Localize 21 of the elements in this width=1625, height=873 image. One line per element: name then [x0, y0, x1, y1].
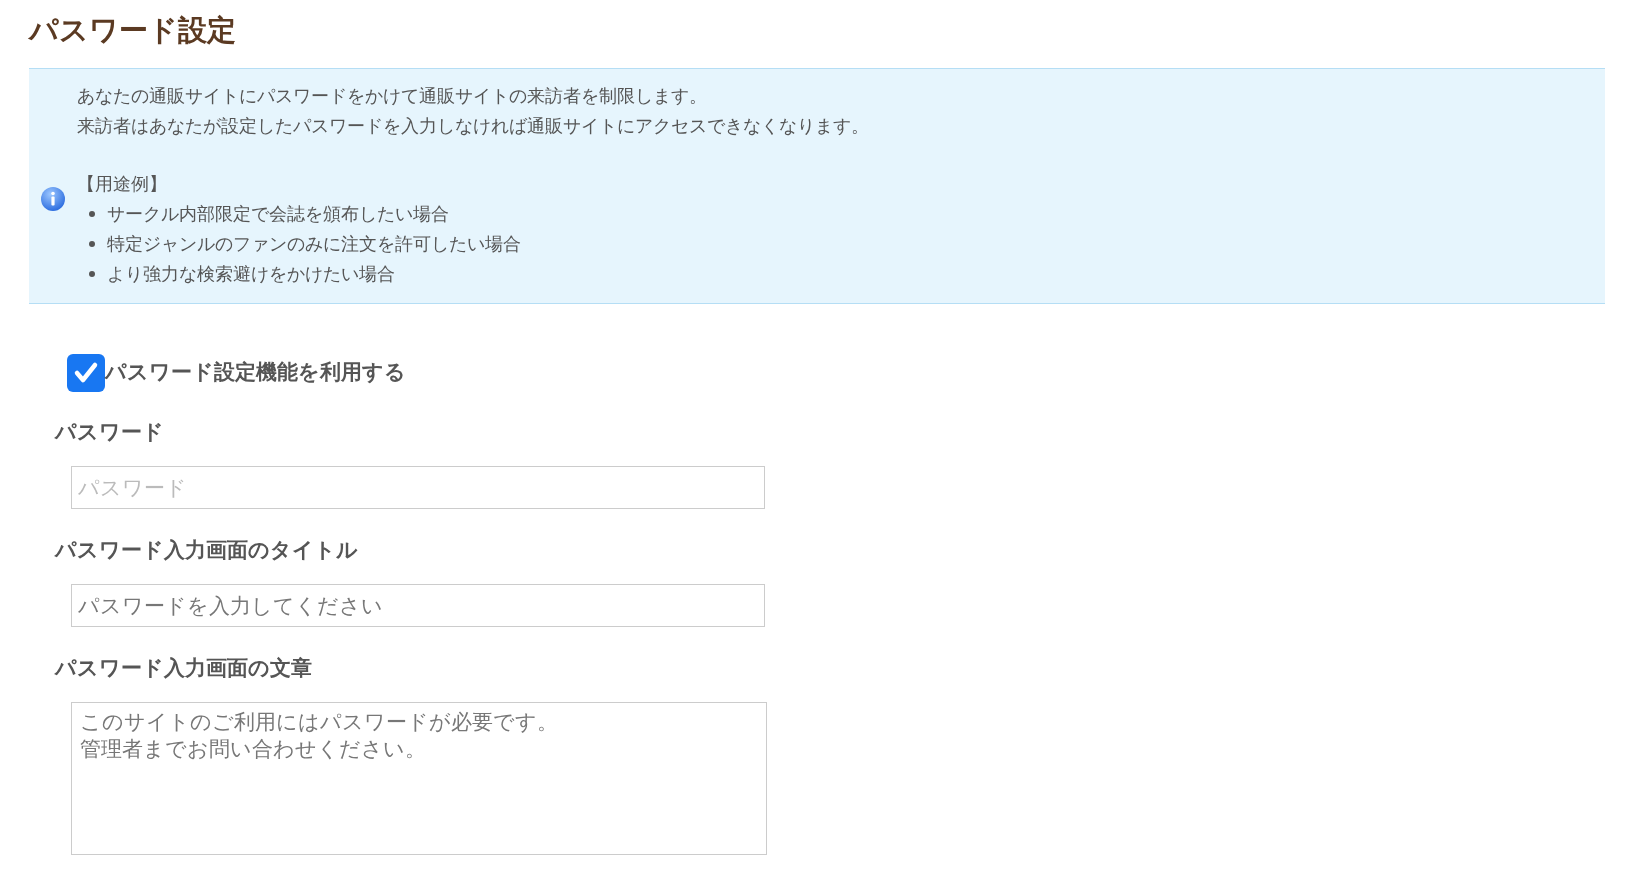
example-item: サークル内部限定で会誌を頒布したい場合: [107, 203, 449, 226]
text-field[interactable]: パスワードを入力してください: [71, 584, 765, 627]
text-area-line: 管理者までお問い合わせください。: [80, 736, 426, 763]
field-label: パスワード: [55, 419, 165, 446]
info-icon: [40, 186, 66, 212]
bullet-icon: [89, 211, 95, 217]
example-item: より強力な検索避けをかけたい場合: [107, 263, 395, 286]
field-label: パスワード入力画面のタイトル: [55, 537, 359, 564]
info-text: あなたの通販サイトにパスワードをかけて通販サイトの来訪者を制限します。: [77, 85, 708, 108]
field-label: パスワード入力画面の文章: [55, 655, 313, 682]
text-area-line: このサイトのご利用にはパスワードが必要です。: [80, 709, 558, 736]
example-item: 特定ジャンルのファンのみに注文を許可したい場合: [107, 233, 521, 256]
text-area[interactable]: このサイトのご利用にはパスワードが必要です。 管理者までお問い合わせください。: [71, 702, 767, 855]
examples-heading: 【用途例】: [77, 173, 168, 196]
text-field[interactable]: パスワード: [71, 466, 765, 509]
info-text: 来訪者はあなたが設定したパスワードを入力しなければ通販サイトにアクセスできなくなります。: [77, 115, 869, 138]
bullet-icon: [89, 271, 95, 277]
page-title: パスワード設定: [27, 12, 237, 49]
checkbox-label: パスワード設定機能を利用する: [105, 359, 406, 387]
bullet-icon: [89, 241, 95, 247]
enable-checkbox[interactable]: [67, 354, 105, 392]
